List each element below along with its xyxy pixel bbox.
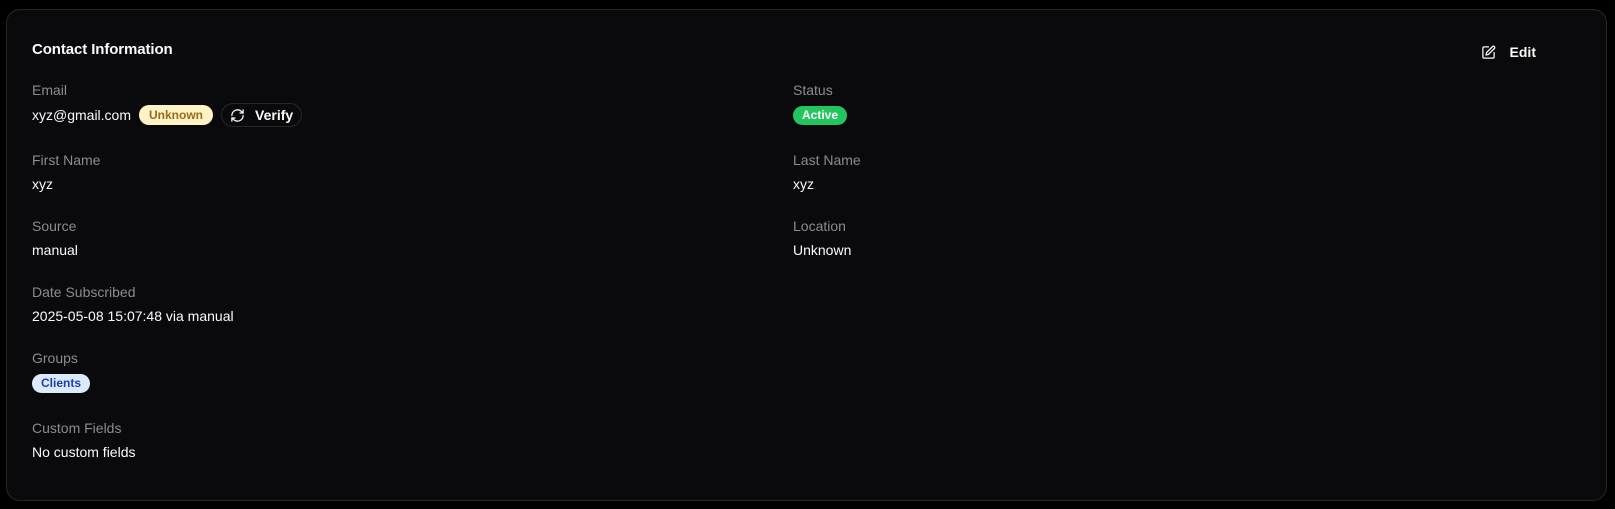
- first-name-value: xyz: [32, 176, 53, 192]
- groups-field: Groups Clients: [32, 349, 91, 393]
- first-name-field: First Name xyz: [32, 151, 100, 193]
- custom-fields-field: Custom Fields No custom fields: [32, 419, 135, 461]
- email-value: xyz@gmail.com: [32, 107, 132, 123]
- source-field: Source manual: [32, 217, 78, 259]
- verify-button-label: Verify: [255, 107, 294, 123]
- email-label: Email: [32, 82, 68, 98]
- email-row: xyz@gmail.com Unknown Verify: [32, 103, 303, 127]
- location-value: Unknown: [793, 242, 852, 258]
- last-name-label: Last Name: [793, 152, 861, 168]
- status-label: Status: [793, 82, 833, 98]
- last-name-field: Last Name xyz: [793, 151, 861, 193]
- source-value: manual: [32, 242, 78, 258]
- group-badge-clients[interactable]: Clients: [32, 374, 91, 393]
- edit-button[interactable]: Edit: [1481, 41, 1536, 63]
- edit-button-label: Edit: [1509, 44, 1536, 60]
- source-label: Source: [32, 218, 77, 234]
- location-label: Location: [793, 218, 846, 234]
- first-name-label: First Name: [32, 152, 101, 168]
- status-badge: Active: [793, 106, 848, 125]
- location-field: Location Unknown: [793, 217, 851, 259]
- verify-email-button[interactable]: Verify: [221, 103, 303, 127]
- verification-status-badge: Unknown: [139, 105, 214, 125]
- date-subscribed-label: Date Subscribed: [32, 284, 136, 300]
- contact-information-card: Contact Information Edit Email xyz@gmail…: [6, 9, 1607, 501]
- date-subscribed-field: Date Subscribed 2025-05-08 15:07:48 via …: [32, 283, 234, 325]
- custom-fields-empty-text: No custom fields: [32, 444, 136, 460]
- last-name-value: xyz: [793, 176, 814, 192]
- status-field: Status Active: [793, 81, 848, 125]
- groups-label: Groups: [32, 350, 78, 366]
- date-subscribed-value: 2025-05-08 15:07:48 via manual: [32, 308, 234, 324]
- email-field: Email xyz@gmail.com Unknown Verify: [32, 81, 303, 127]
- edit-icon: [1481, 45, 1496, 60]
- card-title: Contact Information: [32, 41, 173, 58]
- refresh-icon: [230, 108, 245, 123]
- custom-fields-label: Custom Fields: [32, 420, 122, 436]
